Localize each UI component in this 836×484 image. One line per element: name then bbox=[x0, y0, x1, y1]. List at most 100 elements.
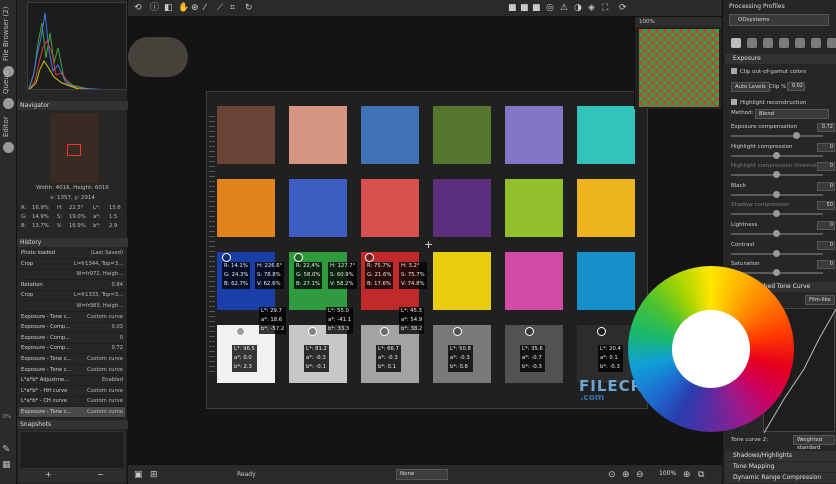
history-row[interactable]: Exposure - Comp... 0 bbox=[19, 333, 125, 344]
exposure-tab-icon[interactable] bbox=[731, 38, 741, 48]
slider-track[interactable] bbox=[731, 190, 823, 198]
probe-grey-6[interactable] bbox=[597, 327, 606, 336]
window-icon[interactable]: ▦ bbox=[2, 460, 11, 470]
probe-grey-5[interactable] bbox=[525, 327, 534, 336]
slider-value[interactable]: 0.72 bbox=[817, 123, 835, 132]
history-row[interactable]: Exposure - Tone c... Custom curve bbox=[19, 407, 125, 418]
slider-track[interactable] bbox=[731, 171, 823, 179]
slider-track[interactable] bbox=[731, 230, 823, 237]
zoom-out-icon[interactable]: ⊖ bbox=[636, 470, 644, 480]
remove-snapshot-button[interactable]: − bbox=[97, 470, 104, 479]
history-row[interactable]: Rotation 0.84 bbox=[19, 280, 125, 291]
channel-r-icon[interactable]: ■ bbox=[508, 3, 517, 13]
probe-blue[interactable] bbox=[222, 253, 231, 262]
zoom-in-icon[interactable]: ⊕ bbox=[622, 470, 630, 480]
metadata-tab-icon[interactable] bbox=[827, 38, 836, 48]
clip-gamut-checkbox[interactable]: Clip out-of-gamut colors bbox=[731, 68, 806, 75]
slider-value[interactable]: 0 bbox=[817, 142, 835, 152]
queue-add-icon[interactable]: ⊞ bbox=[150, 470, 158, 480]
slider-value[interactable]: 0 bbox=[817, 162, 835, 172]
before-after-icon[interactable]: ◧ bbox=[164, 3, 173, 13]
slider-value[interactable]: 0 bbox=[817, 181, 835, 191]
detail-tab-icon[interactable] bbox=[747, 38, 757, 48]
new-window-icon[interactable]: ⧉ bbox=[698, 470, 704, 480]
sync-icon[interactable]: ⟳ bbox=[619, 3, 627, 13]
tab-file-browser[interactable]: File Browser (2) bbox=[2, 4, 15, 64]
image-canvas[interactable]: R: 14.1% G: 24.3% B: 62.7% H: 226.6° S: … bbox=[128, 17, 722, 464]
pin-icon[interactable]: ✎ bbox=[2, 444, 10, 455]
probe-grey-3[interactable] bbox=[380, 327, 389, 336]
dynamic-range-panel[interactable]: Dynamic Range Compression bbox=[725, 473, 836, 483]
history-row[interactable]: W=fr972, Heigh... bbox=[19, 269, 125, 281]
mode-select[interactable]: None bbox=[396, 469, 448, 480]
zoom-tool-icon[interactable]: ⊕ bbox=[191, 3, 199, 13]
history-row[interactable]: Exposure - Tone c... Custom curve bbox=[19, 365, 125, 376]
history-row[interactable]: L*a*b* - CH curve Custom curve bbox=[19, 396, 125, 408]
crop-icon[interactable]: ⌗ bbox=[230, 3, 235, 13]
mirror-icon[interactable]: ◈ bbox=[588, 3, 595, 13]
history-row[interactable]: W=fr983, Heigh... bbox=[19, 301, 125, 312]
history-row[interactable]: Crop L=fr1333, Top=3... bbox=[19, 290, 125, 302]
highlight-recon-checkbox[interactable]: Highlight reconstruction bbox=[731, 99, 806, 106]
fullscreen-icon[interactable]: ⛶ bbox=[602, 3, 608, 13]
exposure-header[interactable]: Exposure bbox=[725, 54, 836, 64]
slider-value[interactable]: 0 bbox=[817, 240, 835, 250]
history-row[interactable]: Exposure - Comp... 0.72 bbox=[19, 343, 125, 355]
preview-mode-icon[interactable]: ◑ bbox=[574, 3, 582, 13]
navigator-thumbnail[interactable] bbox=[50, 113, 98, 183]
channel-g-icon[interactable]: ■ bbox=[520, 3, 529, 13]
navigator-viewport[interactable] bbox=[67, 144, 81, 156]
undo-icon[interactable]: ⟲ bbox=[134, 3, 142, 13]
slider-track[interactable] bbox=[731, 249, 823, 257]
slider-value[interactable]: 50 bbox=[817, 201, 835, 211]
tone-mapping-panel[interactable]: Tone Mapping bbox=[725, 462, 836, 472]
slider-knob[interactable] bbox=[773, 249, 780, 257]
probe-grey-1[interactable] bbox=[236, 327, 245, 336]
straighten-icon[interactable]: ⟋ bbox=[217, 3, 223, 13]
slider-track[interactable] bbox=[731, 132, 823, 139]
method-select[interactable]: Blend bbox=[755, 109, 829, 119]
zoom-100-icon[interactable]: ⊕ bbox=[683, 470, 691, 480]
history-row[interactable]: L*a*b* Adjustme... Enabled bbox=[19, 375, 125, 387]
color-picker-icon[interactable]: ⁄ bbox=[204, 3, 206, 13]
curve-mode-select[interactable]: Film-like bbox=[805, 295, 835, 305]
tab-queue[interactable]: Queue bbox=[2, 70, 15, 96]
shadows-highlights-panel[interactable]: Shadows/Highlights bbox=[725, 451, 836, 461]
probe-grey-2[interactable] bbox=[308, 327, 317, 336]
clip-value[interactable]: 0.02 bbox=[787, 82, 805, 91]
slider-value[interactable]: 0 bbox=[817, 221, 835, 230]
hand-tool-icon[interactable]: ✋ bbox=[178, 3, 189, 13]
probe-grey-4[interactable] bbox=[453, 327, 462, 336]
probe-red[interactable] bbox=[365, 253, 374, 262]
channel-b-icon[interactable]: ■ bbox=[532, 3, 541, 13]
tone-curve-2-select[interactable]: Weighted standard bbox=[793, 435, 835, 451]
slider-value[interactable]: 0 bbox=[817, 260, 835, 270]
history-row[interactable]: Exposure - Tone c... Custom curve bbox=[19, 354, 125, 365]
slider-knob[interactable] bbox=[773, 210, 780, 218]
history-row[interactable]: Exposure - Tone c... Custom curve bbox=[19, 312, 125, 323]
transform-tab-icon[interactable] bbox=[795, 38, 805, 48]
profile-select[interactable]: ODsystems bbox=[729, 14, 829, 26]
snapshots-list[interactable] bbox=[19, 431, 125, 469]
probe-green[interactable] bbox=[294, 253, 303, 262]
history-row[interactable]: Crop L=fr1344, Top=3... bbox=[19, 259, 125, 270]
history-row[interactable]: Photo loaded (Last Saved) bbox=[19, 248, 125, 259]
slider-knob[interactable] bbox=[773, 190, 780, 198]
tab-editor[interactable]: Editor bbox=[2, 114, 15, 140]
slider-knob[interactable] bbox=[773, 269, 780, 277]
raw-tab-icon[interactable] bbox=[811, 38, 821, 48]
history-row[interactable]: Exposure - Comp... 0.03 bbox=[19, 322, 125, 334]
add-snapshot-button[interactable]: + bbox=[45, 470, 52, 479]
slider-track[interactable] bbox=[731, 151, 823, 159]
info-icon[interactable]: ⓘ bbox=[150, 3, 159, 13]
slider-knob[interactable] bbox=[773, 230, 780, 237]
color-tab-icon[interactable] bbox=[763, 38, 773, 48]
auto-levels-button[interactable]: Auto Levels bbox=[731, 82, 770, 92]
save-icon[interactable]: ▣ bbox=[134, 470, 143, 480]
slider-track[interactable] bbox=[731, 210, 823, 218]
zoom-fit-icon[interactable]: ⊙ bbox=[608, 470, 616, 480]
slider-knob[interactable] bbox=[793, 132, 800, 139]
advanced-tab-icon[interactable] bbox=[779, 38, 789, 48]
transform-icon[interactable]: ↻ bbox=[245, 3, 253, 13]
slider-knob[interactable] bbox=[773, 171, 780, 179]
